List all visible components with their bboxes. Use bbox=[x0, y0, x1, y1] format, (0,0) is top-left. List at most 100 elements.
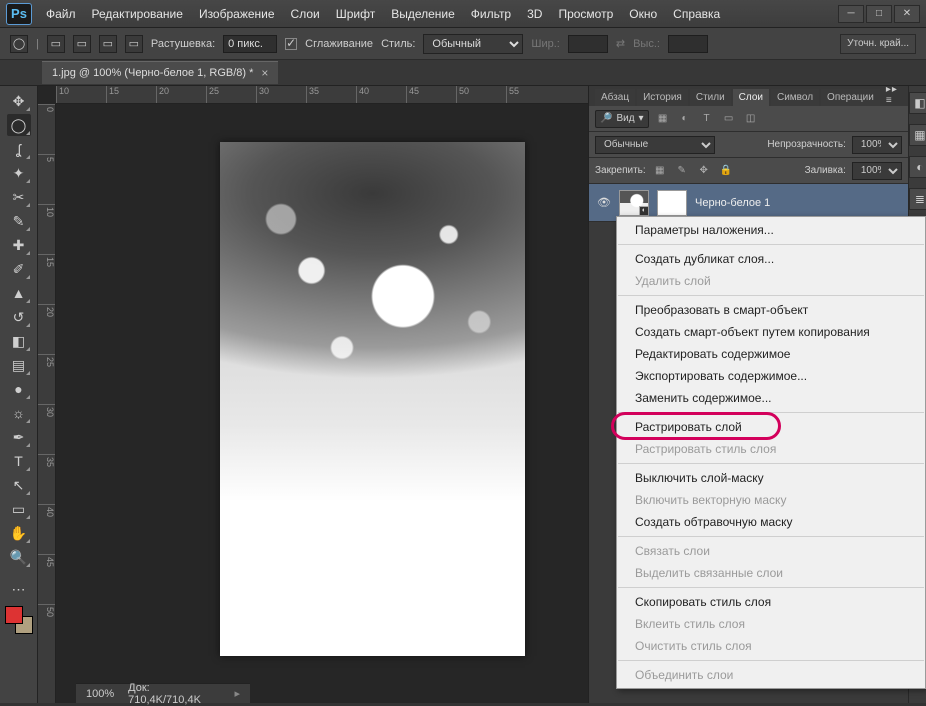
context-menu-item[interactable]: Создать дубликат слоя... bbox=[617, 248, 925, 270]
menu-image[interactable]: Изображение bbox=[193, 5, 281, 23]
menu-edit[interactable]: Редактирование bbox=[86, 5, 189, 23]
menu-view[interactable]: Просмотр bbox=[552, 5, 619, 23]
blend-mode-select[interactable]: Обычные bbox=[595, 136, 715, 154]
canvas-area[interactable]: 10152025303540455055 0510152025303540455… bbox=[38, 86, 588, 703]
filter-shape-icon[interactable]: ▭ bbox=[721, 111, 737, 127]
context-menu-item[interactable]: Преобразовать в смарт-объект bbox=[617, 299, 925, 321]
menu-file[interactable]: Файл bbox=[40, 5, 82, 23]
context-menu-item[interactable]: Растрировать слой bbox=[617, 416, 925, 438]
foreground-color-swatch[interactable] bbox=[5, 606, 23, 624]
tab-layers[interactable]: Слои bbox=[733, 89, 769, 106]
selection-subtract-icon[interactable]: ▭ bbox=[99, 35, 117, 53]
opacity-input[interactable]: 100% bbox=[852, 136, 902, 154]
type-tool[interactable]: T bbox=[7, 450, 31, 472]
context-menu-item[interactable]: Скопировать стиль слоя bbox=[617, 591, 925, 613]
filter-pixel-icon[interactable]: ▦ bbox=[655, 111, 671, 127]
status-bar: 100% Док: 710,4K/710,4K ▸ bbox=[76, 683, 250, 703]
layer-search[interactable]: 🔎 Вид ▾ bbox=[595, 110, 649, 128]
refine-edge-button[interactable]: Уточн. край... bbox=[840, 34, 916, 54]
menu-window[interactable]: Окно bbox=[623, 5, 663, 23]
path-select-tool[interactable]: ↖ bbox=[7, 474, 31, 496]
lock-pixels-icon[interactable]: ▦ bbox=[652, 163, 668, 179]
feather-input[interactable] bbox=[223, 35, 277, 53]
menu-layer[interactable]: Слои bbox=[285, 5, 326, 23]
adjustments-panel-icon[interactable]: ◐ bbox=[909, 156, 926, 178]
menu-filter[interactable]: Фильтр bbox=[465, 5, 517, 23]
menu-type[interactable]: Шрифт bbox=[330, 5, 381, 23]
brush-tool[interactable]: ✐ bbox=[7, 258, 31, 280]
blur-tool[interactable]: ● bbox=[7, 378, 31, 400]
tab-actions[interactable]: Операции bbox=[821, 89, 880, 106]
marquee-tool[interactable]: ◯ bbox=[7, 114, 31, 136]
gradient-tool[interactable]: ▤ bbox=[7, 354, 31, 376]
tab-history[interactable]: История bbox=[637, 89, 688, 106]
tool-preset-icon[interactable]: ◯ bbox=[10, 35, 28, 53]
minimize-button[interactable]: ─ bbox=[838, 5, 864, 23]
context-menu-item: Очистить стиль слоя bbox=[617, 635, 925, 657]
color-panel-icon[interactable]: ◧ bbox=[909, 92, 926, 114]
menu-help[interactable]: Справка bbox=[667, 5, 726, 23]
context-menu-item: Объединить слои bbox=[617, 664, 925, 686]
context-menu-item: Вклеить стиль слоя bbox=[617, 613, 925, 635]
window-controls: ─ □ ✕ bbox=[838, 5, 920, 23]
layer-thumbnail[interactable]: ◐ bbox=[619, 190, 649, 216]
filter-type-icon[interactable]: T bbox=[699, 111, 715, 127]
context-menu-item[interactable]: Редактировать содержимое bbox=[617, 343, 925, 365]
tab-styles[interactable]: Стили bbox=[690, 89, 731, 106]
document-tab[interactable]: 1.jpg @ 100% (Черно-белое 1, RGB/8) * × bbox=[42, 61, 278, 84]
stamp-tool[interactable]: ▲ bbox=[7, 282, 31, 304]
shape-tool[interactable]: ▭ bbox=[7, 498, 31, 520]
context-menu-separator bbox=[618, 660, 924, 661]
zoom-tool[interactable]: 🔍 bbox=[7, 546, 31, 568]
dodge-tool[interactable]: ☼ bbox=[7, 402, 31, 424]
eyedropper-tool[interactable]: ✎ bbox=[7, 210, 31, 232]
layers-panel-icon[interactable]: ≣ bbox=[909, 188, 926, 210]
maximize-button[interactable]: □ bbox=[866, 5, 892, 23]
height-input bbox=[668, 35, 708, 53]
lock-all-icon[interactable]: 🔒 bbox=[718, 163, 734, 179]
context-menu-item[interactable]: Экспортировать содержимое... bbox=[617, 365, 925, 387]
zoom-level[interactable]: 100% bbox=[86, 688, 114, 700]
close-tab-icon[interactable]: × bbox=[261, 66, 268, 80]
layer-name-label[interactable]: Черно-белое 1 bbox=[695, 197, 770, 209]
crop-tool[interactable]: ✂ bbox=[7, 186, 31, 208]
close-button[interactable]: ✕ bbox=[894, 5, 920, 23]
menu-select[interactable]: Выделение bbox=[385, 5, 461, 23]
antialias-checkbox[interactable] bbox=[285, 38, 297, 50]
visibility-toggle-icon[interactable]: 👁 bbox=[597, 196, 611, 209]
move-tool[interactable]: ✥ bbox=[7, 90, 31, 112]
menu-3d[interactable]: 3D bbox=[521, 5, 548, 23]
quick-select-tool[interactable]: ✦ bbox=[7, 162, 31, 184]
context-menu-separator bbox=[618, 463, 924, 464]
context-menu-item[interactable]: Создать смарт-объект путем копирования bbox=[617, 321, 925, 343]
color-swatches[interactable] bbox=[5, 606, 33, 634]
selection-intersect-icon[interactable]: ▭ bbox=[125, 35, 143, 53]
context-menu-item[interactable]: Заменить содержимое... bbox=[617, 387, 925, 409]
lock-position-icon[interactable]: ✎ bbox=[674, 163, 690, 179]
selection-add-icon[interactable]: ▭ bbox=[73, 35, 91, 53]
swatches-panel-icon[interactable]: ▦ bbox=[909, 124, 926, 146]
selection-new-icon[interactable]: ▭ bbox=[47, 35, 65, 53]
context-menu-item[interactable]: Создать обтравочную маску bbox=[617, 511, 925, 533]
document-canvas[interactable] bbox=[220, 142, 525, 656]
tab-character[interactable]: Символ bbox=[771, 89, 819, 106]
lasso-tool[interactable]: ʆ bbox=[7, 138, 31, 160]
context-menu-item[interactable]: Параметры наложения... bbox=[617, 219, 925, 241]
app-logo: Ps bbox=[6, 3, 32, 25]
lock-move-icon[interactable]: ✥ bbox=[696, 163, 712, 179]
history-brush-tool[interactable]: ↺ bbox=[7, 306, 31, 328]
tab-paragraph[interactable]: Абзац bbox=[595, 89, 635, 106]
fill-input[interactable]: 100% bbox=[852, 162, 902, 180]
layer-mask-thumbnail[interactable] bbox=[657, 190, 687, 216]
filter-adjust-icon[interactable]: ◐ bbox=[677, 111, 693, 127]
feather-label: Растушевка: bbox=[151, 38, 215, 50]
eraser-tool[interactable]: ◧ bbox=[7, 330, 31, 352]
filter-smart-icon[interactable]: ◫ bbox=[743, 111, 759, 127]
hand-tool[interactable]: ✋ bbox=[7, 522, 31, 544]
panel-more-icon[interactable]: ▸▸ ≡ bbox=[882, 84, 902, 106]
style-select[interactable]: Обычный bbox=[423, 34, 523, 54]
pen-tool[interactable]: ✒ bbox=[7, 426, 31, 448]
context-menu-item[interactable]: Выключить слой-маску bbox=[617, 467, 925, 489]
healing-tool[interactable]: ✚ bbox=[7, 234, 31, 256]
edit-toolbar-icon[interactable]: ⋯ bbox=[7, 578, 31, 600]
